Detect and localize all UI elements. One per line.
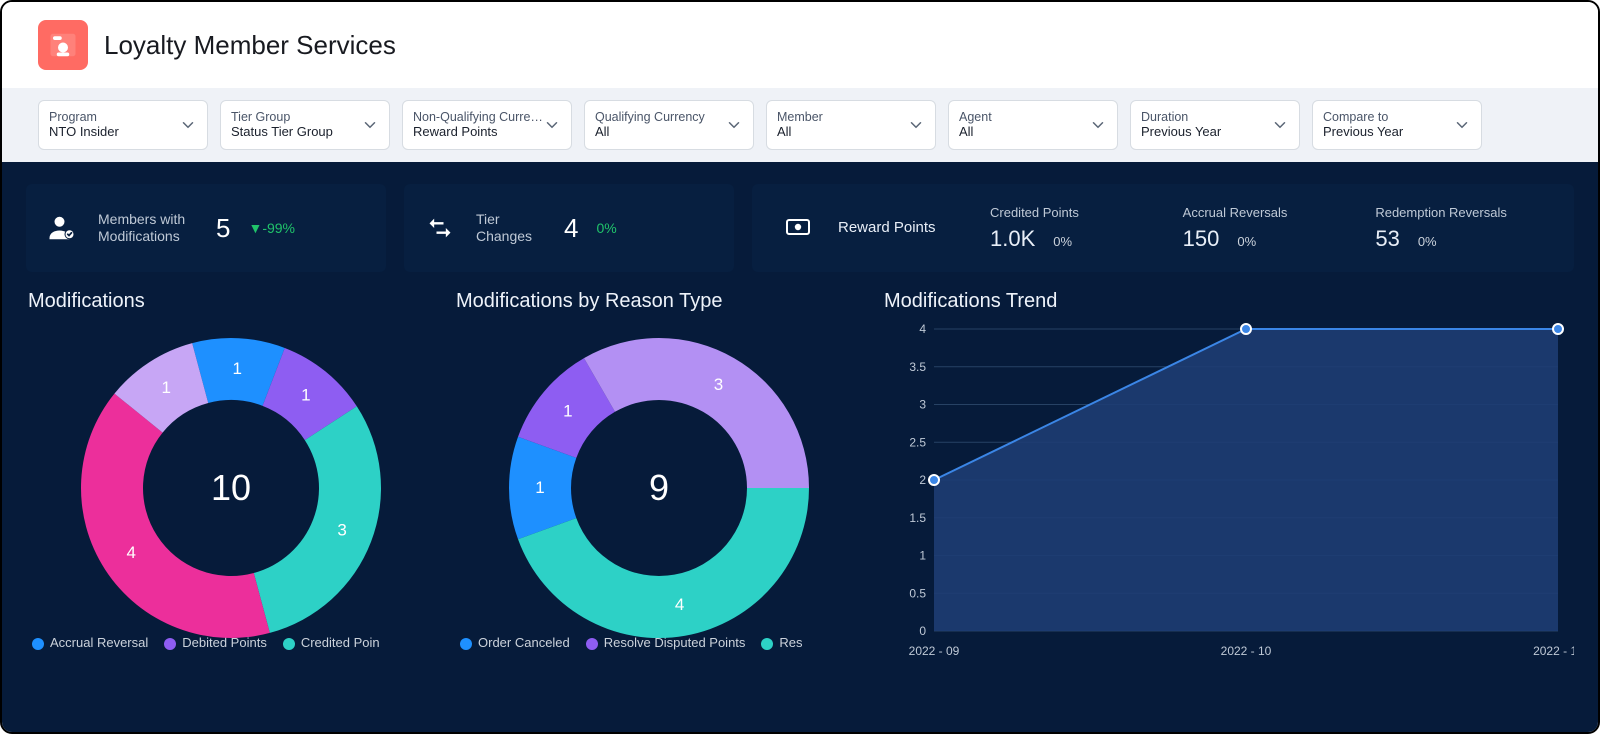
subgroup-delta: 0% bbox=[1418, 234, 1437, 249]
kpi-tier-changes: Tier Changes 4 0% bbox=[404, 184, 734, 272]
filter-program[interactable]: ProgramNTO Insider bbox=[38, 100, 208, 150]
charts-row: Modifications 1134110 Accrual ReversalDe… bbox=[26, 290, 1574, 683]
subgroup-delta: 0% bbox=[1237, 234, 1256, 249]
trend-area bbox=[934, 329, 1558, 631]
x-tick-label: 2022 - 09 bbox=[909, 644, 960, 658]
kpi-members-with-modifications: Members with Modifications 5 ▼-99% bbox=[26, 184, 386, 272]
chevron-down-icon bbox=[907, 116, 925, 134]
chevron-down-icon bbox=[725, 116, 743, 134]
y-tick-label: 0 bbox=[919, 624, 926, 638]
cash-icon bbox=[780, 210, 816, 246]
filter-value: All bbox=[777, 125, 823, 140]
filter-compare[interactable]: Compare toPrevious Year bbox=[1312, 100, 1482, 150]
subgroup-name: Accrual Reversals bbox=[1183, 205, 1364, 220]
filter-label: Program bbox=[49, 110, 119, 124]
dashboard-body: Members with Modifications 5 ▼-99% Tier … bbox=[2, 162, 1598, 734]
filter-label: Qualifying Currency bbox=[595, 110, 705, 124]
y-tick-label: 0.5 bbox=[909, 586, 926, 600]
filter-label: Compare to bbox=[1323, 110, 1403, 124]
donut-center-total: 9 bbox=[494, 323, 824, 653]
filter-duration[interactable]: DurationPrevious Year bbox=[1130, 100, 1300, 150]
donut-chart: 1134110 bbox=[66, 323, 396, 653]
kpi-subgroup-credited: Credited Points 1.0K 0% bbox=[990, 205, 1171, 252]
kpi-label: Members with Modifications bbox=[98, 211, 198, 246]
y-tick-label: 1.5 bbox=[909, 511, 926, 525]
chevron-down-icon bbox=[361, 116, 379, 134]
filter-label: Member bbox=[777, 110, 823, 124]
y-tick-label: 4 bbox=[919, 323, 926, 336]
filter-tier-group[interactable]: Tier GroupStatus Tier Group bbox=[220, 100, 390, 150]
trend-point[interactable] bbox=[929, 475, 939, 485]
filter-value: All bbox=[595, 125, 705, 140]
chevron-down-icon bbox=[1271, 116, 1289, 134]
chevron-down-icon bbox=[543, 116, 561, 134]
filter-agent[interactable]: AgentAll bbox=[948, 100, 1118, 150]
swap-icon bbox=[422, 210, 458, 246]
filter-member[interactable]: MemberAll bbox=[766, 100, 936, 150]
subgroup-name: Redemption Reversals bbox=[1375, 205, 1556, 220]
legend-swatch-icon bbox=[460, 638, 472, 650]
chevron-down-icon bbox=[1089, 116, 1107, 134]
kpi-value: 5 bbox=[216, 213, 230, 244]
donut-chart: 11349 bbox=[494, 323, 824, 653]
chart-modifications: Modifications 1134110 Accrual ReversalDe… bbox=[26, 290, 436, 683]
chart-modifications-trend: Modifications Trend 0 0.5 1 1.5 2 2.5 3 3.5 4 202… bbox=[882, 290, 1574, 683]
kpi-row: Members with Modifications 5 ▼-99% Tier … bbox=[26, 184, 1574, 272]
chart-modifications-by-reason: Modifications by Reason Type 11349 Order… bbox=[454, 290, 864, 683]
filter-value: Previous Year bbox=[1141, 125, 1221, 140]
filter-bar: ProgramNTO InsiderTier GroupStatus Tier … bbox=[2, 88, 1598, 162]
page-header: Loyalty Member Services bbox=[2, 2, 1598, 88]
x-tick-label: 2022 - 10 bbox=[1221, 644, 1272, 658]
kpi-subgroup-redemption: Redemption Reversals 53 0% bbox=[1375, 205, 1556, 252]
area-chart: 0 0.5 1 1.5 2 2.5 3 3.5 4 2022 - 09 2022 - 10 2022 … bbox=[882, 323, 1574, 683]
chart-title: Modifications Trend bbox=[884, 290, 1574, 313]
filter-value: Reward Points bbox=[413, 125, 543, 140]
filter-label: Tier Group bbox=[231, 110, 333, 124]
chart-title: Modifications bbox=[28, 290, 436, 313]
kpi-reward-points: Reward Points Credited Points 1.0K 0% Acc… bbox=[752, 184, 1574, 272]
filter-value: Previous Year bbox=[1323, 125, 1403, 140]
page-title: Loyalty Member Services bbox=[104, 30, 396, 61]
kpi-delta: 0% bbox=[596, 220, 616, 236]
members-icon bbox=[44, 210, 80, 246]
donut-center-total: 10 bbox=[66, 323, 396, 653]
trend-point[interactable] bbox=[1553, 324, 1563, 334]
y-tick-label: 2 bbox=[919, 473, 926, 487]
kpi-label: Reward Points bbox=[838, 219, 978, 238]
subgroup-name: Credited Points bbox=[990, 205, 1171, 220]
chevron-down-icon bbox=[179, 116, 197, 134]
x-tick-label: 2022 - 11 bbox=[1533, 644, 1574, 658]
subgroup-value: 1.0K bbox=[990, 226, 1035, 252]
app-icon bbox=[38, 20, 88, 70]
filter-label: Duration bbox=[1141, 110, 1221, 124]
subgroup-value: 150 bbox=[1183, 226, 1220, 252]
chart-title: Modifications by Reason Type bbox=[456, 290, 864, 313]
filter-label: Non-Qualifying Curre… bbox=[413, 110, 543, 124]
filter-label: Agent bbox=[959, 110, 992, 124]
trend-point[interactable] bbox=[1241, 324, 1251, 334]
filter-nq-currency[interactable]: Non-Qualifying Curre…Reward Points bbox=[402, 100, 572, 150]
filter-value: All bbox=[959, 125, 992, 140]
legend-swatch-icon bbox=[32, 638, 44, 650]
y-tick-label: 3.5 bbox=[909, 360, 926, 374]
y-tick-label: 3 bbox=[919, 398, 926, 412]
kpi-delta: ▼-99% bbox=[248, 220, 295, 236]
chevron-down-icon bbox=[1453, 116, 1471, 134]
filter-q-currency[interactable]: Qualifying CurrencyAll bbox=[584, 100, 754, 150]
kpi-label: Tier Changes bbox=[476, 211, 546, 246]
subgroup-value: 53 bbox=[1375, 226, 1399, 252]
subgroup-delta: 0% bbox=[1053, 234, 1072, 249]
y-tick-label: 2.5 bbox=[909, 435, 926, 449]
y-tick-label: 1 bbox=[919, 549, 926, 563]
kpi-subgroup-accrual: Accrual Reversals 150 0% bbox=[1183, 205, 1364, 252]
filter-value: Status Tier Group bbox=[231, 125, 333, 140]
kpi-value: 4 bbox=[564, 213, 578, 244]
filter-value: NTO Insider bbox=[49, 125, 119, 140]
